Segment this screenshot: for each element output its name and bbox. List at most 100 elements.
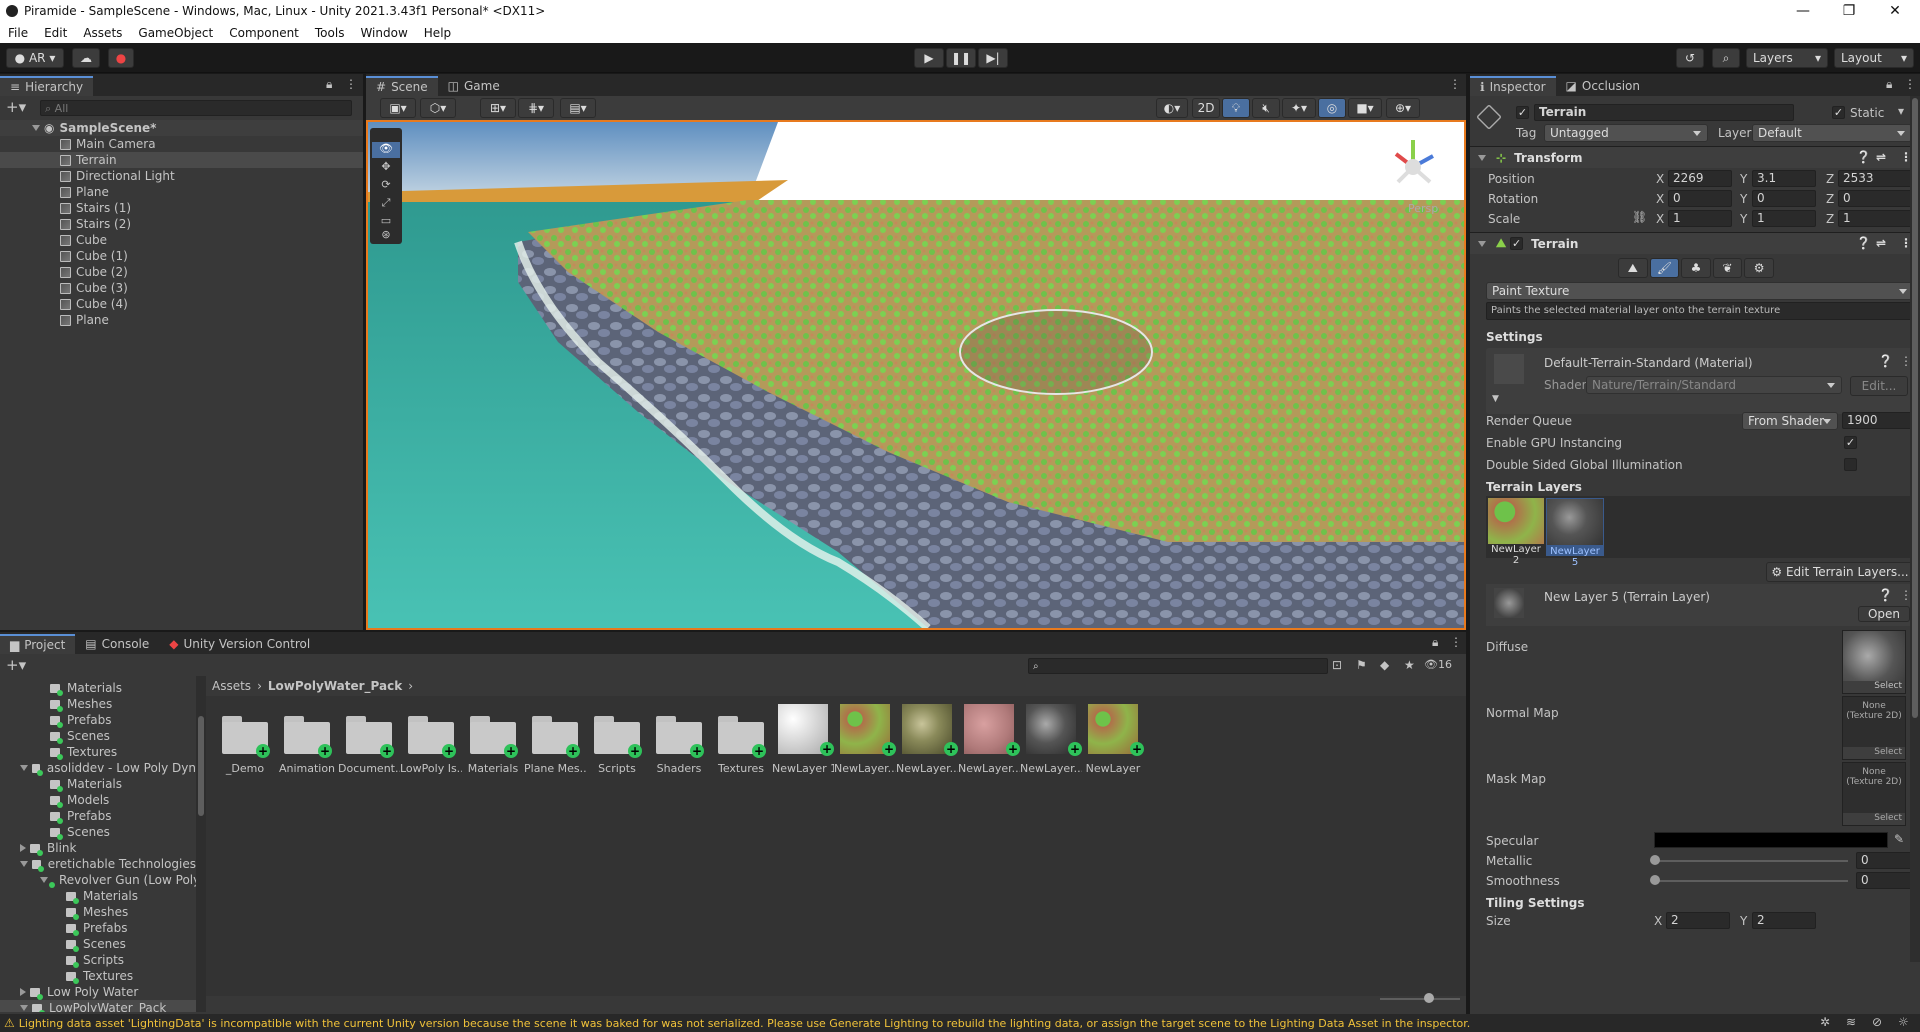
project-tree-item[interactable]: Scenes [0,824,196,840]
hierarchy-item[interactable]: Directional Light [0,168,363,184]
paint-details-icon[interactable]: ❦ [1712,258,1743,278]
edit-terrain-layers-button[interactable]: ⚙ Edit Terrain Layers... [1766,562,1914,582]
project-tree-item[interactable]: Low Poly Water [0,984,196,1000]
rotation-z-field[interactable]: 0 [1838,190,1914,207]
view-tool-icon[interactable]: 👁︎ [372,142,400,158]
chevron-right-icon[interactable] [20,988,26,996]
cache-icon[interactable]: ⊘ [1872,1015,1882,1029]
tree-scrollbar[interactable] [196,676,206,1012]
folder-asset[interactable]: + Shaders [648,704,710,775]
account-dropdown[interactable]: ● AR ▾ [6,48,64,68]
active-checkbox[interactable]: ✓ [1516,106,1529,119]
object-name-field[interactable]: Terrain [1534,104,1794,121]
terrain-layer-asset[interactable]: + NewLayer... [896,704,958,775]
cloud-button[interactable]: ☁ [72,48,100,68]
zoom-slider-handle[interactable] [1424,993,1434,1003]
tab-console[interactable]: ▤ Console [75,634,159,654]
label-icon[interactable]: ◆ [1380,658,1389,672]
project-tree-item[interactable]: Scenes [0,936,196,952]
hierarchy-item[interactable]: Plane [0,312,363,328]
link-icon[interactable]: ⛓ [1632,210,1647,224]
close-button[interactable]: ✕ [1872,0,1918,22]
gizmos-dropdown[interactable]: ⊕▾ [1386,98,1420,118]
position-y-field[interactable]: 3.1 [1752,170,1816,187]
chevron-down-icon[interactable] [20,765,28,771]
chevron-right-icon[interactable] [20,844,26,852]
ruler-dropdown[interactable]: ▤▾ [560,98,596,118]
lock-icon[interactable]: 🔒︎ [1432,635,1438,650]
size-x-field[interactable]: 2 [1666,912,1730,929]
terrain-layer-asset[interactable]: + NewLayer 1 [772,704,834,775]
search-button[interactable]: ⌕ [1712,48,1740,68]
help-icon[interactable]: ❔ [1878,354,1893,368]
scrollbar-thumb[interactable] [198,716,204,816]
project-tree-item[interactable]: asoliddev - Low Poly Dyn [0,760,196,776]
paint-terrain-icon[interactable]: 🖌︎ [1649,258,1680,278]
double-sided-gi-checkbox[interactable] [1844,458,1857,471]
light-bake-icon[interactable]: ☼ [1898,1015,1909,1029]
menu-file[interactable]: File [0,26,36,40]
terrain-header[interactable]: ⛰ ✓ Terrain ❔ ⇌ ⋮ [1470,232,1920,254]
help-icon[interactable]: ❔ [1878,588,1893,602]
normal-select-button[interactable]: Select [1843,747,1905,759]
snap-increment-dropdown[interactable]: ⋕▾ [518,98,554,118]
open-layer-button[interactable]: Open [1858,606,1910,622]
diffuse-select-button[interactable]: Select [1843,681,1905,693]
tab-hierarchy[interactable]: ≡ Hierarchy [0,76,94,96]
breadcrumb-lowpolywater[interactable]: LowPolyWater_Pack [268,679,402,693]
kebab-menu-icon[interactable]: ⋮ [345,77,357,91]
menu-window[interactable]: Window [352,26,415,40]
draw-mode-dropdown[interactable]: ▣▾ [380,98,416,118]
zoom-slider-track[interactable] [1380,998,1460,1000]
scale-z-field[interactable]: 1 [1838,210,1914,227]
hierarchy-item[interactable]: Plane [0,184,363,200]
paint-trees-icon[interactable]: ♣ [1681,258,1711,278]
hierarchy-item[interactable]: Cube (2) [0,264,363,280]
diffuse-texture-slot[interactable]: Select [1842,630,1906,694]
tab-occlusion[interactable]: ◪ Occlusion [1556,76,1650,96]
project-tree-item[interactable]: Textures [0,968,196,984]
projection-label[interactable]: Persp [1408,202,1438,215]
scene-viewport[interactable]: 👁︎ ✥ ⟳ ⤢ ▭ ⊛ Persp [366,120,1466,630]
shader-dropdown[interactable]: Nature/Terrain/Standard [1586,376,1842,394]
transform-header[interactable]: ⊹ Transform ❔ ⇌ ⋮ [1470,146,1920,168]
hierarchy-item[interactable]: Stairs (1) [0,200,363,216]
menu-help[interactable]: Help [416,26,459,40]
play-button[interactable]: ▶ [914,48,944,68]
render-mode-dropdown[interactable]: ⬡▾ [420,98,456,118]
chevron-down-icon[interactable]: ▾ [1898,104,1904,118]
scrollbar-thumb[interactable] [1912,98,1918,718]
project-tree-item[interactable]: Prefabs [0,712,196,728]
folder-asset[interactable]: + Plane Mes... [524,704,586,775]
chevron-down-icon[interactable] [40,877,48,883]
mask-select-button[interactable]: Select [1843,813,1905,825]
smoothness-slider-handle[interactable] [1650,875,1660,885]
folder-asset[interactable]: + Document... [338,704,400,775]
scale-y-field[interactable]: 1 [1752,210,1816,227]
project-tree-item[interactable]: Scenes [0,728,196,744]
hierarchy-item[interactable]: Cube (3) [0,280,363,296]
project-tree-item[interactable]: Meshes [0,696,196,712]
tab-scene[interactable]: # Scene [366,76,438,96]
scene-root-row[interactable]: ◉ SampleScene* [0,120,363,136]
gpu-instancing-checkbox[interactable]: ✓ [1844,436,1857,449]
terrain-settings-icon[interactable]: ⚙ [1744,258,1774,278]
project-tree-item[interactable]: Blink [0,840,196,856]
history-button[interactable]: ↺ [1676,48,1704,68]
metallic-field[interactable]: 0 [1856,852,1914,869]
rotation-y-field[interactable]: 0 [1752,190,1816,207]
terrain-layer-asset[interactable]: + NewLayer... [1020,704,1082,775]
kebab-menu-icon[interactable]: ⋮ [1904,77,1916,91]
folder-asset[interactable]: + LowPoly Is... [400,704,462,775]
layers-dropdown[interactable]: Layers ▾ [1746,48,1828,68]
terrain-layer-asset[interactable]: + NewLayer... [834,704,896,775]
project-tree-item[interactable]: Materials [0,680,196,696]
menu-tools[interactable]: Tools [307,26,353,40]
project-tree-item[interactable]: eretichable Technologies [0,856,196,872]
render-queue-field[interactable]: 1900 [1842,412,1914,429]
chevron-down-icon[interactable] [20,861,28,867]
hierarchy-item[interactable]: Cube (4) [0,296,363,312]
shading-dropdown[interactable]: ◐▾ [1156,98,1188,118]
hierarchy-item[interactable]: Cube (1) [0,248,363,264]
render-queue-dropdown[interactable]: From Shader [1742,412,1838,430]
